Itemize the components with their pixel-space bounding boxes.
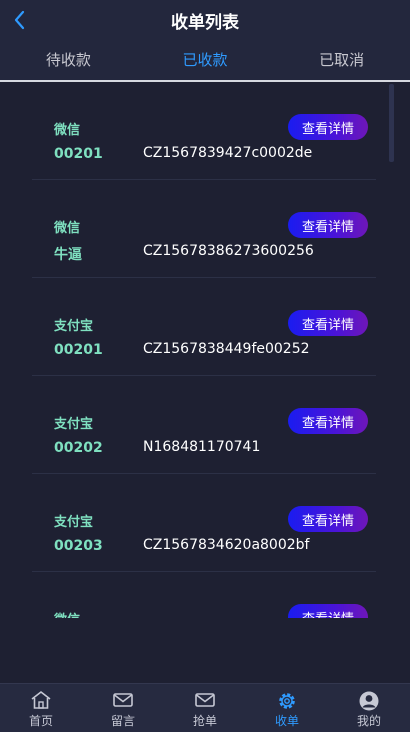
channel-code: 00202	[54, 440, 103, 456]
page-title: 收单列表	[171, 13, 239, 33]
tab-cancelled[interactable]: 已取消	[273, 40, 410, 80]
channel-code: 00201	[54, 342, 103, 358]
list-item: 支付宝 00202 N168481170741 查看详情	[32, 376, 376, 474]
tab-received[interactable]: 已收款	[137, 40, 274, 80]
payment-method: 微信	[54, 609, 80, 618]
tabbar-item-profile[interactable]: 我的	[328, 684, 410, 732]
tabbar-label: 首页	[28, 714, 53, 728]
payment-method: 微信	[54, 221, 81, 236]
list-item: 微信 00201 CZ1567839427c0002de 查看详情	[32, 82, 376, 180]
channel-code: 00201	[54, 146, 103, 162]
channel-code: 牛逼	[54, 247, 82, 263]
list-item: 支付宝 00201 CZ1567838449fe00252 查看详情	[32, 278, 376, 376]
bottom-tabbar: 首页 留言 抢单 收单 我的	[0, 683, 410, 732]
tabbar-label: 留言	[110, 714, 135, 728]
scrollbar[interactable]	[389, 84, 394, 162]
view-details-button[interactable]: 查看详情	[288, 408, 368, 434]
user-icon	[359, 691, 379, 711]
view-details-button[interactable]: 查看详情	[288, 506, 368, 532]
mail-icon	[195, 693, 215, 707]
order-number: N168481170741	[143, 439, 261, 455]
mail-icon	[113, 693, 133, 707]
tabbar-item-messages[interactable]: 留言	[82, 684, 164, 732]
view-details-button[interactable]: 查看详情	[288, 310, 368, 336]
order-number: CZ1567838449fe00252	[143, 341, 310, 357]
tabbar-item-grab-orders[interactable]: 抢单	[164, 684, 246, 732]
tabbar-item-home[interactable]: 首页	[0, 684, 82, 732]
tabbar-label: 我的	[356, 714, 381, 728]
list-item: 支付宝 00203 CZ1567834620a8002bf 查看详情	[32, 474, 376, 572]
home-icon	[31, 691, 51, 709]
channel-code: 00203	[54, 538, 103, 554]
payment-method: 支付宝	[54, 417, 94, 432]
tabbar-item-collect-orders[interactable]: 收单	[246, 684, 328, 732]
order-number: CZ1567834620a8002bf	[143, 537, 310, 553]
tabbar-label: 收单	[274, 714, 299, 728]
list-item: 微信 查看详情	[32, 572, 376, 618]
status-tabs: 待收款 已收款 已取消	[0, 40, 410, 80]
header: 收单列表 待收款 已收款 已取消	[0, 0, 410, 82]
view-details-button[interactable]: 查看详情	[288, 604, 368, 618]
payment-method: 支付宝	[54, 319, 94, 334]
view-details-button[interactable]: 查看详情	[288, 212, 368, 238]
tabbar-label: 抢单	[192, 714, 217, 728]
gear-icon	[279, 693, 295, 709]
order-number: CZ15678386273600256	[143, 243, 314, 259]
order-number: CZ1567839427c0002de	[143, 145, 313, 161]
order-list[interactable]: 微信 00201 CZ1567839427c0002de 查看详情 微信 牛逼 …	[32, 82, 376, 618]
list-item: 微信 牛逼 CZ15678386273600256 查看详情	[32, 180, 376, 278]
payment-method: 微信	[54, 123, 81, 138]
payment-method: 支付宝	[54, 515, 94, 530]
tab-pending[interactable]: 待收款	[0, 40, 137, 80]
view-details-button[interactable]: 查看详情	[288, 114, 368, 140]
